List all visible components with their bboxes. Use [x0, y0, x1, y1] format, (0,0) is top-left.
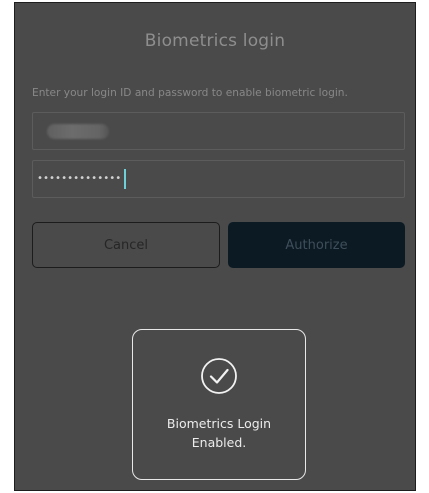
- password-masked-value: ••••••••••••••: [37, 173, 122, 184]
- checkmark-circle-icon: [201, 358, 237, 394]
- toast-message: Biometrics Login Enabled.: [133, 414, 305, 452]
- toast-message-line-1: Biometrics Login: [166, 416, 272, 431]
- success-toast: Biometrics Login Enabled.: [132, 329, 306, 480]
- login-id-redacted-value: [47, 124, 109, 139]
- login-id-field[interactable]: [32, 112, 405, 150]
- instruction-text: Enter your login ID and password to enab…: [32, 87, 348, 99]
- cancel-button[interactable]: Cancel: [32, 222, 220, 268]
- biometrics-login-screen: Biometrics login Enter your login ID and…: [14, 2, 416, 491]
- password-field[interactable]: ••••••••••••••: [32, 160, 405, 198]
- authorize-button[interactable]: Authorize: [228, 222, 405, 268]
- page-title: Biometrics login: [144, 31, 286, 51]
- text-cursor: [124, 169, 126, 189]
- toast-message-line-2: Enabled.: [191, 435, 247, 450]
